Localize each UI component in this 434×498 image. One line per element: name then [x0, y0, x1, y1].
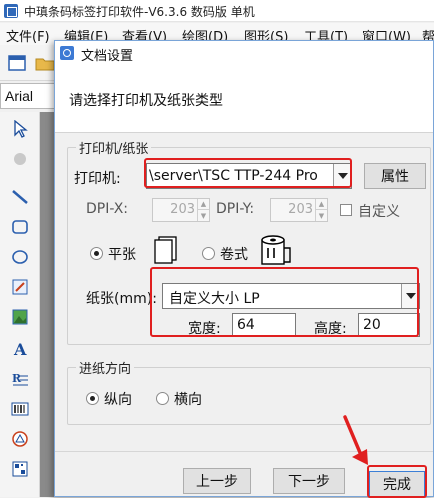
printer-paper-legend: 打印机/纸张 — [76, 138, 152, 157]
printer-label: 打印机: — [74, 171, 121, 187]
landscape-radio[interactable] — [156, 392, 169, 405]
qrcode-tool-icon[interactable] — [9, 458, 31, 480]
feed-direction-legend: 进纸方向 — [76, 358, 135, 377]
portrait-label: 纵向 — [104, 392, 132, 408]
line-tool-icon[interactable] — [9, 186, 31, 208]
open-folder-icon[interactable] — [34, 52, 56, 74]
sheet-paper-icon — [152, 236, 178, 270]
next-button[interactable]: 下一步 — [273, 468, 345, 494]
dpi-x-label: DPI-X: — [86, 201, 129, 217]
printer-highlight-box — [144, 158, 352, 188]
dialog-header: 请选择打印机及纸张类型 — [55, 65, 433, 133]
font-family-select[interactable]: Arial — [0, 83, 56, 109]
portrait-radio[interactable] — [86, 392, 99, 405]
custom-dpi-label: 自定义 — [358, 204, 400, 220]
dpi-x-down-icon: ▼ — [197, 210, 209, 221]
document-settings-dialog: 文档设置 请选择打印机及纸张类型 打印机/纸张 打印机: \server\TSC… — [54, 40, 434, 498]
font-family-value: Arial — [5, 88, 34, 104]
app-logo-icon — [4, 4, 18, 18]
dpi-y-value: 203 — [288, 202, 313, 217]
dpi-x-spinner: 203 ▲ ▼ — [152, 198, 210, 222]
pan-tool-icon[interactable] — [9, 148, 31, 170]
menu-file[interactable]: 文件(F) — [6, 26, 50, 45]
barcode-tool-icon[interactable] — [9, 398, 31, 420]
prev-button[interactable]: 上一步 — [183, 468, 251, 494]
svg-text:A: A — [13, 340, 27, 358]
svg-text:R: R — [12, 372, 22, 385]
dialog-titlebar: 文档设置 — [55, 41, 433, 65]
paper-size-label: 纸张(mm): — [86, 291, 157, 307]
dpi-y-up-icon: ▲ — [315, 199, 327, 210]
image-edit-tool-icon[interactable] — [9, 276, 31, 298]
app-title: 中瑱条码标签打印软件-V6.3.6 数码版 单机 — [24, 5, 255, 19]
roll-radio[interactable] — [202, 247, 215, 260]
pointer-arrow-icon — [341, 415, 377, 475]
shape-tool-icon[interactable] — [9, 428, 31, 450]
dpi-y-label: DPI-Y: — [216, 201, 255, 217]
roll-label: 卷式 — [220, 247, 248, 263]
printer-properties-button[interactable]: 属性 — [364, 163, 426, 189]
rich-text-tool-icon[interactable]: R — [9, 368, 31, 390]
text-tool-icon[interactable]: A — [9, 338, 31, 360]
dpi-y-spinner: 203 ▲ ▼ — [270, 198, 328, 222]
dpi-x-up-icon: ▲ — [197, 199, 209, 210]
canvas-edge — [40, 112, 54, 497]
dialog-title: 文档设置 — [81, 49, 134, 64]
select-pointer-icon[interactable] — [9, 118, 31, 140]
sheet-radio[interactable] — [90, 247, 103, 260]
rectangle-tool-icon[interactable] — [9, 216, 31, 238]
dpi-y-down-icon: ▼ — [315, 210, 327, 221]
image-tool-icon[interactable] — [9, 306, 31, 328]
custom-dpi-checkbox[interactable] — [340, 204, 352, 216]
sheet-label: 平张 — [108, 247, 136, 263]
new-document-icon[interactable] — [6, 52, 28, 74]
app-titlebar: 中瑱条码标签打印软件-V6.3.6 数码版 单机 — [0, 0, 434, 22]
settings-icon — [60, 46, 74, 60]
landscape-label: 横向 — [174, 392, 202, 408]
drawing-tools-panel: A R — [0, 112, 40, 497]
dpi-x-value: 203 — [170, 202, 195, 217]
ellipse-tool-icon[interactable] — [9, 246, 31, 268]
dialog-instruction: 请选择打印机及纸张类型 — [69, 93, 223, 109]
paper-size-highlight-box — [150, 267, 419, 337]
